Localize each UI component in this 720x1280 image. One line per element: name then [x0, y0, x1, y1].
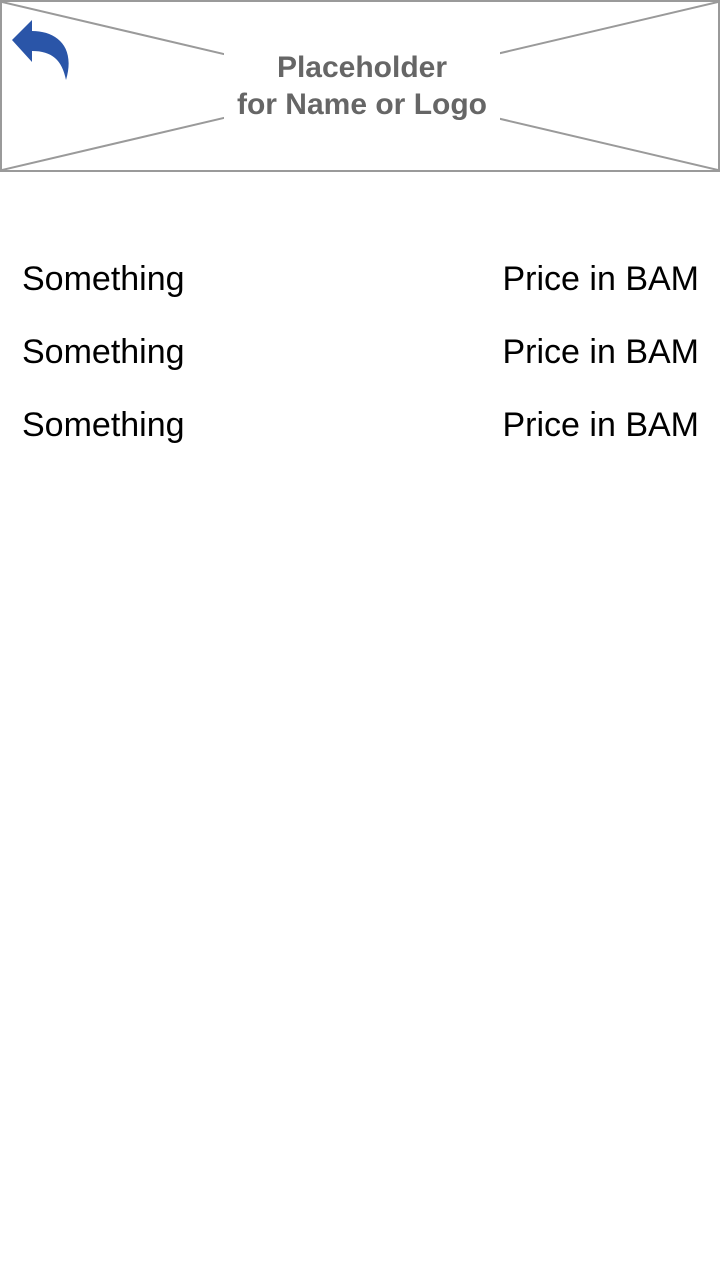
- header-logo-placeholder: Placeholder for Name or Logo: [0, 0, 720, 172]
- price-list: Something Price in BAM Something Price i…: [0, 254, 720, 473]
- back-button[interactable]: [10, 18, 74, 82]
- logo-line-2: for Name or Logo: [236, 88, 487, 121]
- item-price: Price in BAM: [502, 333, 700, 371]
- list-item[interactable]: Something Price in BAM: [0, 254, 720, 327]
- item-name: Something: [22, 260, 185, 298]
- list-item[interactable]: Something Price in BAM: [0, 400, 720, 473]
- item-name: Something: [22, 333, 185, 371]
- item-name: Something: [22, 406, 185, 444]
- list-item[interactable]: Something Price in BAM: [0, 327, 720, 400]
- item-price: Price in BAM: [502, 406, 700, 444]
- logo-line-1: Placeholder: [276, 51, 448, 84]
- item-price: Price in BAM: [502, 260, 700, 298]
- logo-placeholder-text: Placeholder for Name or Logo: [224, 49, 500, 123]
- back-arrow-icon: [12, 20, 69, 80]
